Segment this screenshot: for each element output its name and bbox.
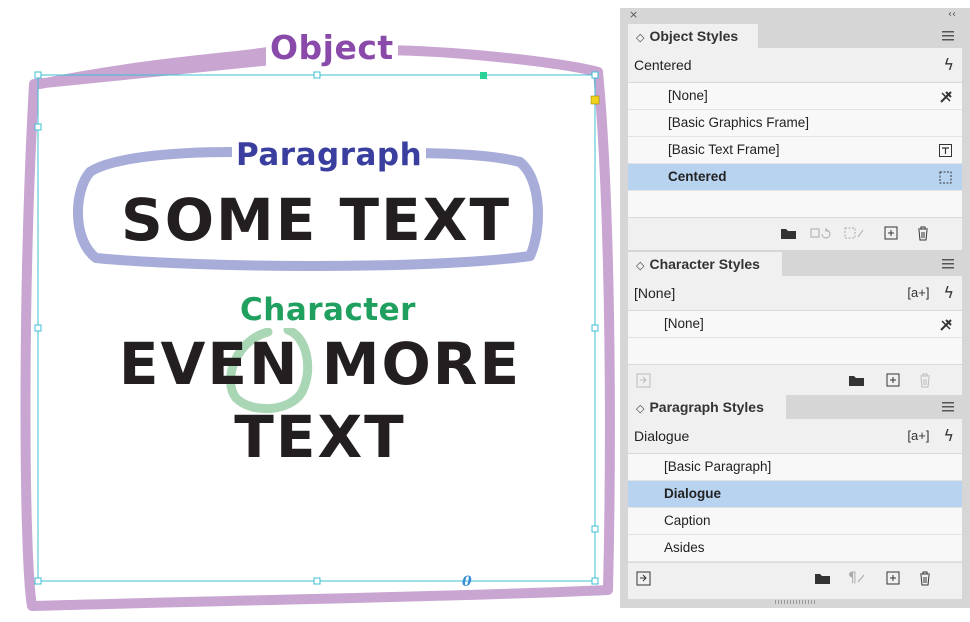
tab-paragraph-styles[interactable]: ◇ Paragraph Styles xyxy=(628,395,786,419)
list-item[interactable]: Caption xyxy=(628,508,962,535)
empty-row xyxy=(628,338,962,364)
load-styles-icon xyxy=(810,225,832,241)
list-item-label: Dialogue xyxy=(664,486,722,501)
object-styles-panel: ◇ Object Styles Centered ϟ [None] [Basic … xyxy=(628,24,962,250)
character-styles-panel: ◇ Character Styles [None] [a+] ϟ [None] xyxy=(628,252,962,395)
quick-apply-icon[interactable]: ϟ xyxy=(943,419,954,453)
tab-object-styles[interactable]: ◇ Object Styles xyxy=(628,24,758,48)
frame-info-glyph: 0 xyxy=(462,574,472,590)
delete-style-icon xyxy=(918,372,932,388)
panel-menu-icon[interactable] xyxy=(942,259,954,269)
list-item[interactable]: [Basic Text Frame] xyxy=(628,137,962,164)
character-label: Character xyxy=(236,292,420,328)
close-icon[interactable]: × xyxy=(629,8,638,22)
character-styles-list: [None] xyxy=(628,311,962,364)
tab-arrows-icon: ◇ xyxy=(636,32,645,44)
styles-panel-dock: × ‹‹ ◇ Object Styles Centered ϟ [None] [B… xyxy=(620,8,970,608)
load-styles-icon[interactable] xyxy=(636,372,652,388)
tab-label: Paragraph Styles xyxy=(649,399,764,415)
text-line-3[interactable]: TEXT xyxy=(200,403,440,471)
create-style-from-selection-icon[interactable]: [a+] xyxy=(907,419,929,453)
list-item[interactable]: [Basic Graphics Frame] xyxy=(628,110,962,137)
tab-label: Character Styles xyxy=(649,256,760,272)
text-line-2[interactable]: EVEN MORE xyxy=(110,330,530,398)
list-item[interactable]: [None] xyxy=(628,83,962,110)
load-styles-icon[interactable] xyxy=(636,570,652,586)
object-styles-tabbar: ◇ Object Styles xyxy=(628,24,962,48)
list-item[interactable]: [None] xyxy=(628,311,962,338)
new-style-icon[interactable] xyxy=(886,570,900,586)
delete-style-icon[interactable] xyxy=(918,570,932,586)
list-item-label: [Basic Paragraph] xyxy=(664,459,772,474)
paragraph-styles-footer: ¶ xyxy=(628,562,962,593)
paragraph-styles-list: [Basic Paragraph] Dialogue Caption Aside… xyxy=(628,454,962,562)
list-item-label: Caption xyxy=(664,513,711,528)
list-item-selected[interactable]: Centered xyxy=(628,164,962,191)
collapse-icon[interactable]: ‹‹ xyxy=(948,8,956,22)
list-item-label: Asides xyxy=(664,540,705,555)
object-styles-footer xyxy=(628,217,962,248)
character-styles-footer xyxy=(628,364,962,395)
list-item-selected[interactable]: Dialogue xyxy=(628,481,962,508)
text-line-1[interactable]: SOME TEXT xyxy=(116,186,516,254)
list-item[interactable]: Asides xyxy=(628,535,962,562)
list-item-label: [None] xyxy=(664,316,704,331)
corner-handle xyxy=(590,95,600,105)
object-outline xyxy=(20,45,615,611)
panel-titlebar: × ‹‹ xyxy=(620,8,970,22)
clear-override-frame-icon xyxy=(844,225,866,241)
current-character-style: [None] [a+] ϟ xyxy=(628,276,962,311)
current-style-label: [None] xyxy=(634,285,676,301)
paragraph-label: Paragraph xyxy=(232,137,427,173)
anchor-handle xyxy=(480,72,487,79)
list-item-label: Centered xyxy=(668,169,727,184)
new-group-icon[interactable] xyxy=(814,570,831,586)
document-canvas[interactable]: 0 Object Paragraph Character SOME TEXT E… xyxy=(0,0,620,622)
current-object-style: Centered ϟ xyxy=(628,48,962,83)
new-style-icon[interactable] xyxy=(886,372,900,388)
current-style-label: Centered xyxy=(634,57,692,73)
tab-character-styles[interactable]: ◇ Character Styles xyxy=(628,252,782,276)
list-item[interactable]: [Basic Paragraph] xyxy=(628,454,962,481)
character-styles-tabbar: ◇ Character Styles xyxy=(628,252,962,276)
clear-overrides-pilcrow-icon: ¶ xyxy=(848,570,865,586)
tab-label: Object Styles xyxy=(649,28,739,44)
create-style-from-selection-icon[interactable]: [a+] xyxy=(907,276,929,310)
object-styles-list: [None] [Basic Graphics Frame] [Basic Tex… xyxy=(628,83,962,217)
frame-icon xyxy=(938,169,954,195)
new-group-icon[interactable] xyxy=(848,372,865,388)
current-paragraph-style: Dialogue [a+] ϟ xyxy=(628,419,962,454)
tab-arrows-icon: ◇ xyxy=(636,260,645,272)
paragraph-styles-panel: ◇ Paragraph Styles Dialogue [a+] ϟ [Basic… xyxy=(628,395,962,599)
delete-style-icon[interactable] xyxy=(916,225,930,241)
quick-apply-icon[interactable]: ϟ xyxy=(943,48,954,82)
list-item-label: [None] xyxy=(668,88,708,103)
pilcrow-glyph: ¶ xyxy=(848,570,857,586)
object-label: Object xyxy=(266,28,398,67)
paragraph-styles-tabbar: ◇ Paragraph Styles xyxy=(628,395,962,419)
empty-row xyxy=(628,191,962,217)
clear-overrides-icon[interactable] xyxy=(938,316,954,342)
tab-arrows-icon: ◇ xyxy=(636,403,645,415)
list-item-label: [Basic Text Frame] xyxy=(668,142,780,157)
current-style-label: Dialogue xyxy=(634,428,690,444)
list-item-label: [Basic Graphics Frame] xyxy=(668,115,810,130)
panel-menu-icon[interactable] xyxy=(942,402,954,412)
new-group-icon[interactable] xyxy=(780,225,797,241)
resize-grip[interactable] xyxy=(775,600,815,604)
panel-menu-icon[interactable] xyxy=(942,31,954,41)
quick-apply-icon[interactable]: ϟ xyxy=(943,276,954,310)
new-style-icon[interactable] xyxy=(884,225,898,241)
